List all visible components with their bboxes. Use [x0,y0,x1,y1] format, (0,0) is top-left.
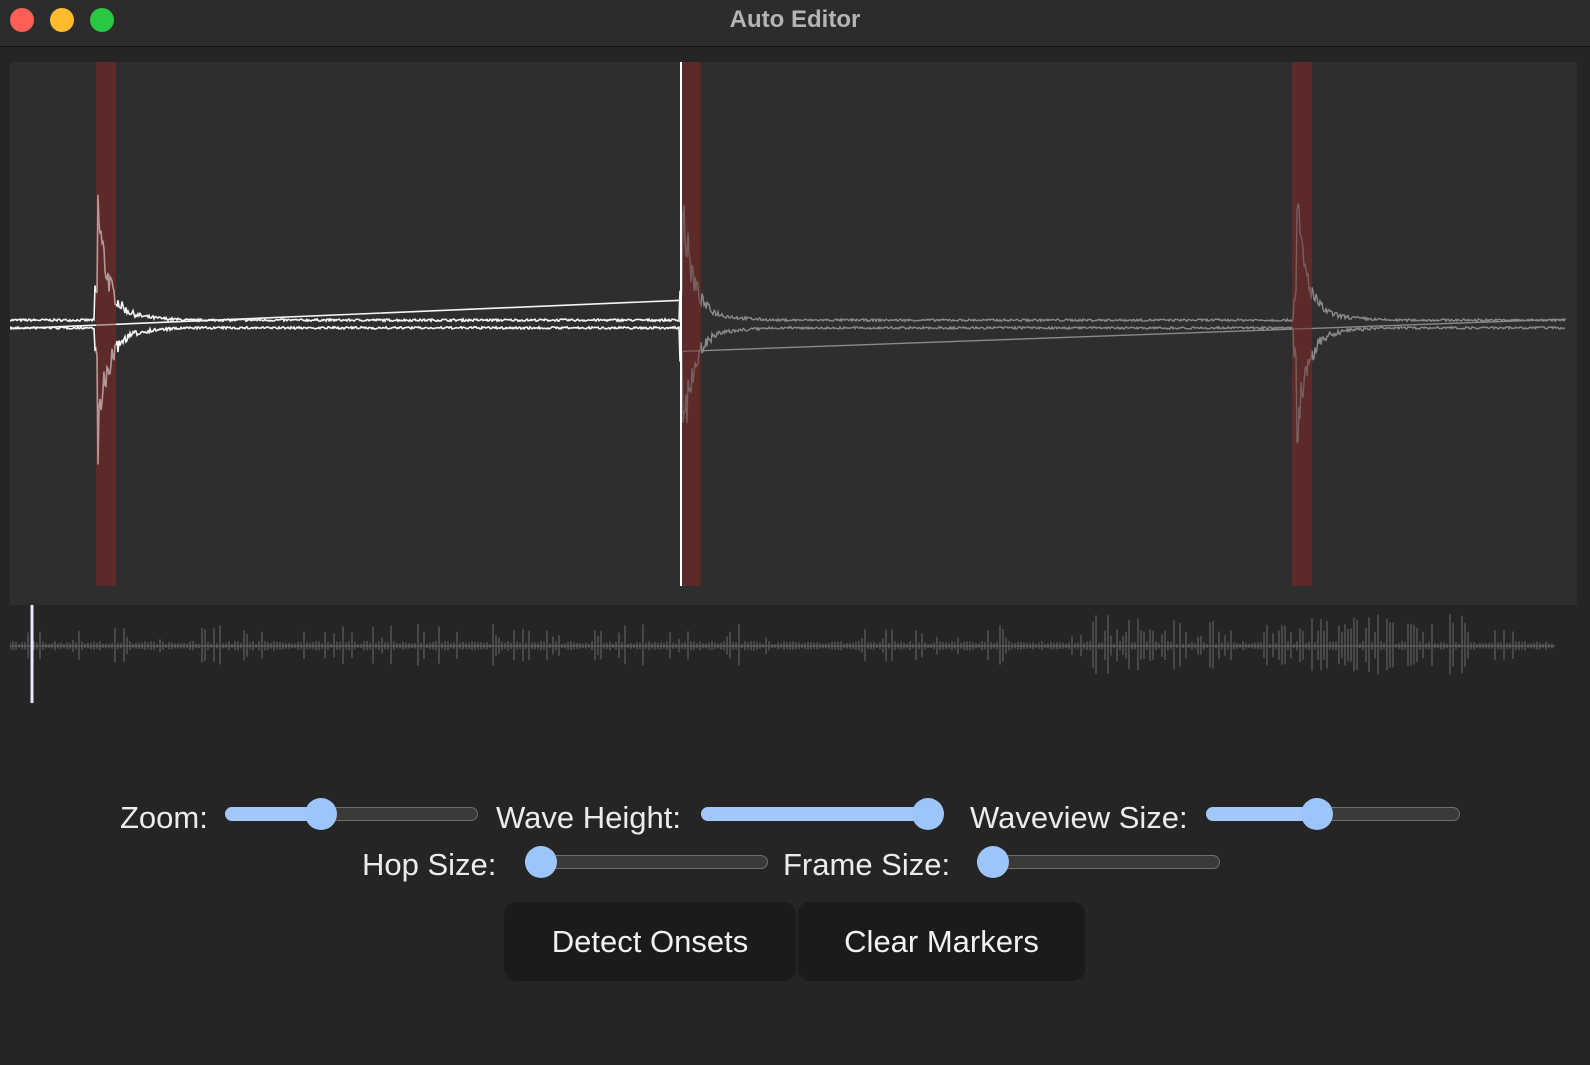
waveview-size-slider[interactable] [1206,796,1460,832]
detect-onsets-button[interactable]: Detect Onsets [504,902,796,981]
overview-waveform [10,614,1553,675]
hop-size-slider-thumb[interactable] [525,846,557,878]
waveform-unplayed [681,203,1567,444]
wave-height-label: Wave Height: [496,800,681,835]
waveform-view[interactable] [10,62,1577,605]
waveview-size-label: Waveview Size: [970,800,1188,835]
hop-size-slider[interactable] [525,844,768,880]
frame-size-slider[interactable] [977,844,1220,880]
window-title: Auto Editor [729,6,861,33]
zoom-slider[interactable] [225,796,478,832]
waveform-canvas[interactable] [10,62,1577,605]
overview-strip[interactable] [10,605,1577,707]
onset-marker-overlay [1292,62,1312,586]
wave-height-slider-fill [701,807,928,821]
onset-marker-overlay [96,62,116,586]
hop-size-label: Hop Size: [362,847,497,882]
onset-marker-overlay [681,62,701,586]
zoom-label: Zoom: [120,800,208,835]
frame-size-label: Frame Size: [783,847,951,882]
title-bar: Auto Editor [0,0,1590,47]
wave-height-slider[interactable] [701,796,944,832]
frame-size-slider-track[interactable] [977,855,1220,869]
waveview-size-slider-thumb[interactable] [1301,798,1334,830]
hop-size-slider-track[interactable] [525,855,768,869]
frame-size-slider-thumb[interactable] [977,846,1009,878]
overview-canvas[interactable] [10,605,1577,707]
zoom-slider-thumb[interactable] [304,798,337,830]
clear-markers-button[interactable]: Clear Markers [798,902,1085,981]
wave-height-slider-thumb[interactable] [912,798,944,830]
